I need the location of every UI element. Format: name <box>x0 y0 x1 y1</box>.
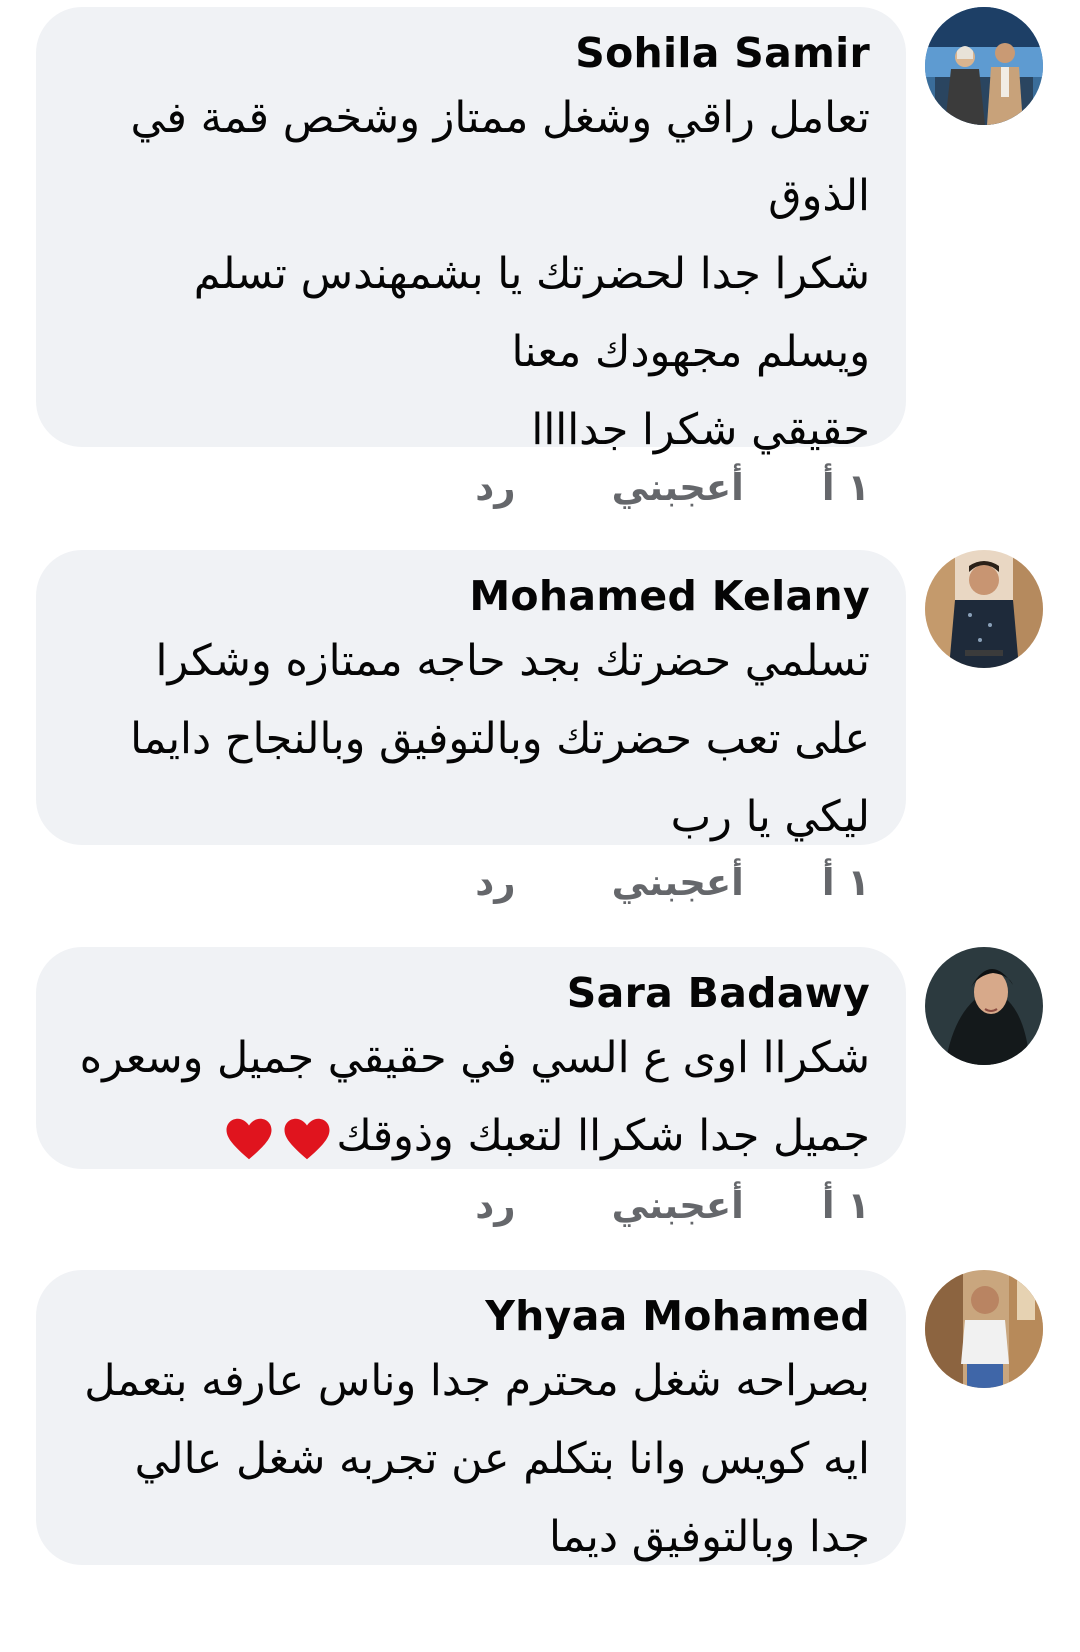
comment-text-line: بصراحه شغل محترم جدا وناس عارفه بتعمل <box>84 1356 870 1406</box>
like-button[interactable]: أعجبني <box>612 1184 744 1227</box>
emoji-group <box>222 1112 334 1166</box>
comment-text-line: جدا وبالتوفيق ديما <box>548 1512 870 1562</box>
profile-photo-icon <box>925 1270 1043 1388</box>
profile-photo-icon <box>925 7 1043 125</box>
comment-bubble: Sohila Samir تعامل راقي وشغل ممتاز وشخص … <box>36 7 906 455</box>
comment-timestamp: ١ أ <box>821 860 870 904</box>
comment-timestamp: ١ أ <box>821 1183 870 1227</box>
reply-button[interactable]: رد <box>475 1184 515 1227</box>
comment-text-line: شكراا اوى ع السي في حقيقي جميل وسعره <box>79 1033 870 1083</box>
comment-bubble: Mohamed Kelany تسلمي حضرتك بجد حاجه ممتا… <box>36 550 906 845</box>
comment-timestamp: ١ أ <box>821 465 870 509</box>
comment-text-line: ليكي يا رب <box>670 792 870 842</box>
comment-bubble: Yhyaa Mohamed بصراحه شغل محترم جدا وناس … <box>36 1270 906 1565</box>
comment-text-line: جميل جدا شكراا لتعبك وذوقك <box>72 1097 870 1175</box>
profile-photo-icon <box>925 550 1043 668</box>
comment-author[interactable]: Sara Badawy <box>72 967 870 1019</box>
comment-actions: ١ أ أعجبني رد <box>475 1180 870 1230</box>
comment-text-line: تسلمي حضرتك بجد حاجه ممتازه وشكرا <box>155 636 871 686</box>
comment-bubble: Sara Badawy شكراا اوى ع السي في حقيقي جم… <box>36 947 906 1169</box>
reply-button[interactable]: رد <box>475 861 515 904</box>
avatar[interactable] <box>925 7 1043 125</box>
like-button[interactable]: أعجبني <box>612 861 744 904</box>
avatar[interactable] <box>925 1270 1043 1388</box>
comment-author[interactable]: Mohamed Kelany <box>72 570 870 622</box>
comment-text: جميل جدا شكراا لتعبك وذوقك <box>336 1111 870 1161</box>
comment-author[interactable]: Yhyaa Mohamed <box>72 1290 870 1342</box>
comment-text-line: شكرا جدا لحضرتك يا بشمهندس تسلم <box>193 249 870 299</box>
comment-text-line: على تعب حضرتك وبالتوفيق وبالنجاح دايما <box>130 714 870 764</box>
comment-text-line: ويسلم مجهودك معنا <box>511 327 870 377</box>
comment-text-line: تعامل راقي وشغل ممتاز وشخص قمة في <box>130 93 870 143</box>
reply-button[interactable]: رد <box>475 466 515 509</box>
heart-icon <box>226 1118 272 1159</box>
avatar[interactable] <box>925 550 1043 668</box>
comment-actions: ١ أ أعجبني رد <box>475 462 870 512</box>
like-button[interactable]: أعجبني <box>612 466 744 509</box>
comment-text-line: الذوق <box>768 171 870 221</box>
heart-icon <box>284 1118 330 1159</box>
comment-text-line: ايه كويس وانا بتكلم عن تجربه شغل عالي <box>134 1434 870 1484</box>
comment-actions: ١ أ أعجبني رد <box>475 857 870 907</box>
comment-author[interactable]: Sohila Samir <box>72 27 870 79</box>
comment-text-line: حقيقي شكرا جداااا <box>531 405 870 455</box>
profile-photo-icon <box>925 947 1043 1065</box>
avatar[interactable] <box>925 947 1043 1065</box>
